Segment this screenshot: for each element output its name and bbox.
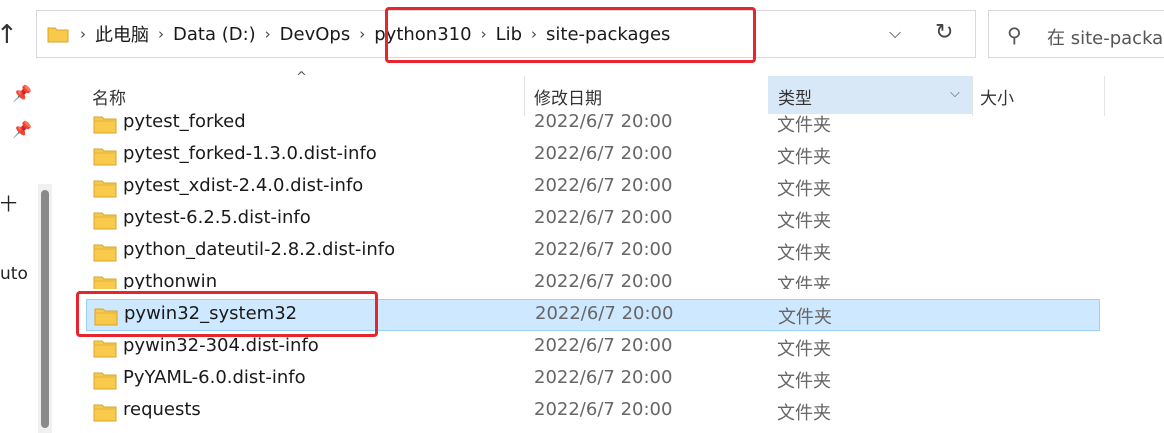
refresh-icon[interactable]: ↻ — [935, 20, 953, 45]
file-row[interactable]: pywin32-304.dist-info 2022/6/7 20:00 文件夹 — [60, 331, 1164, 363]
file-name: pythonwin — [123, 271, 218, 289]
file-type: 文件夹 — [777, 243, 831, 264]
file-date: 2022/6/7 20:00 — [534, 175, 673, 196]
file-name: pywin32_system32 — [124, 303, 298, 324]
file-name: pytest_forked — [123, 111, 246, 132]
folder-icon — [94, 306, 118, 330]
breadcrumb-separator[interactable]: › — [481, 25, 487, 43]
breadcrumb-lib[interactable]: Lib — [496, 24, 522, 45]
folder-icon — [93, 274, 117, 289]
breadcrumb-python310[interactable]: python310 — [374, 24, 471, 45]
file-name: PyYAML-6.0.dist-info — [123, 367, 306, 388]
up-arrow-icon[interactable]: ↑ — [0, 20, 18, 50]
file-date: 2022/6/7 20:00 — [534, 271, 673, 289]
column-header-name-label: 名称 — [92, 89, 126, 109]
file-name: pytest_forked-1.3.0.dist-info — [123, 143, 377, 164]
navigation-pane: 📌 📌 十 uto — [0, 74, 60, 433]
file-type: 文件夹 — [777, 179, 831, 200]
breadcrumb-site-packages[interactable]: site-packages — [546, 24, 670, 45]
file-type: 文件夹 — [777, 211, 831, 232]
file-date: 2022/6/7 20:00 — [534, 111, 673, 132]
file-type: 文件夹 — [777, 371, 831, 392]
breadcrumb-separator[interactable]: › — [265, 25, 271, 43]
file-type: 文件夹 — [777, 403, 831, 424]
file-name: pytest_xdist-2.4.0.dist-info — [123, 175, 364, 196]
column-header-type-label: 类型 — [778, 89, 812, 109]
folder-icon — [93, 242, 117, 266]
file-date: 2022/6/7 20:00 — [534, 399, 673, 420]
file-row[interactable]: pythonwin 2022/6/7 20:00 文件夹 — [60, 267, 1164, 289]
file-type: 文件夹 — [777, 339, 831, 360]
file-date: 2022/6/7 20:00 — [535, 303, 674, 324]
breadcrumb-this-pc[interactable]: 此电脑 — [95, 21, 149, 47]
pin-icon[interactable]: 📌 — [12, 84, 32, 103]
file-row[interactable]: pytest_forked 2022/6/7 20:00 文件夹 — [60, 107, 1164, 139]
file-type: 文件夹 — [777, 115, 831, 136]
file-date: 2022/6/7 20:00 — [534, 335, 673, 356]
search-icon: ⚲ — [1007, 23, 1022, 47]
file-row[interactable]: python_dateutil-2.8.2.dist-info 2022/6/7 … — [60, 235, 1164, 267]
breadcrumb-separator[interactable]: › — [80, 25, 86, 43]
pin-icon[interactable]: 📌 — [12, 120, 32, 139]
folder-icon — [93, 114, 117, 138]
file-row[interactable]: PyYAML-6.0.dist-info 2022/6/7 20:00 文件夹 — [60, 363, 1164, 395]
scrollbar-thumb[interactable] — [41, 190, 49, 428]
folder-icon — [93, 146, 117, 170]
file-name: requests — [123, 399, 201, 420]
file-type: 文件夹 — [778, 307, 832, 328]
file-name: pywin32-304.dist-info — [123, 335, 319, 356]
address-toolbar: ↑ › 此电脑 › Data (D:) › DevOps › python310… — [0, 0, 1164, 74]
file-list: pytest_forked 2022/6/7 20:00 文件夹 pytest_for… — [60, 107, 1164, 427]
folder-icon — [93, 178, 117, 202]
column-header-date-label: 修改日期 — [534, 89, 602, 109]
file-name: python_dateutil-2.8.2.dist-info — [123, 239, 396, 260]
file-date: 2022/6/7 20:00 — [534, 143, 673, 164]
breadcrumb-separator[interactable]: › — [359, 25, 365, 43]
chevron-down-icon[interactable]: ⌵ — [889, 23, 901, 43]
search-placeholder: 在 site-packag — [1047, 28, 1164, 49]
file-date: 2022/6/7 20:00 — [534, 239, 673, 260]
column-header-size-label: 大小 — [980, 89, 1014, 109]
file-date: 2022/6/7 20:00 — [534, 367, 673, 388]
file-row-selected[interactable]: pywin32_system32 2022/6/7 20:00 文件夹 — [86, 299, 1100, 331]
file-type: 文件夹 — [777, 147, 831, 168]
folder-icon — [93, 210, 117, 234]
folder-icon — [47, 27, 69, 43]
file-row[interactable]: pytest_forked-1.3.0.dist-info 2022/6/7 20… — [60, 139, 1164, 171]
nav-item-label[interactable]: 十 — [0, 190, 17, 215]
file-type: 文件夹 — [777, 275, 831, 289]
nav-item-label[interactable]: uto — [0, 264, 28, 284]
breadcrumb-devops[interactable]: DevOps — [280, 24, 351, 45]
search-box[interactable]: ⚲ 在 site-packag — [988, 10, 1164, 58]
file-row[interactable]: pytest_xdist-2.4.0.dist-info 2022/6/7 20:… — [60, 171, 1164, 203]
chevron-down-icon[interactable]: ⌵ — [950, 86, 960, 101]
address-bar[interactable]: › 此电脑 › Data (D:) › DevOps › python310 ›… — [36, 10, 976, 58]
folder-icon — [93, 402, 117, 426]
folder-icon — [93, 338, 117, 362]
file-row[interactable]: requests 2022/6/7 20:00 文件夹 — [60, 395, 1164, 427]
file-name: pytest-6.2.5.dist-info — [123, 207, 311, 228]
sort-ascending-icon: ^ — [296, 70, 307, 85]
breadcrumb-data-drive[interactable]: Data (D:) — [173, 24, 256, 45]
breadcrumb-separator[interactable]: › — [158, 25, 164, 43]
file-date: 2022/6/7 20:00 — [534, 207, 673, 228]
breadcrumb-separator[interactable]: › — [531, 25, 537, 43]
folder-icon — [93, 370, 117, 394]
file-row[interactable]: pytest-6.2.5.dist-info 2022/6/7 20:00 文件夹 — [60, 203, 1164, 235]
breadcrumb: › 此电脑 › Data (D:) › DevOps › python310 ›… — [71, 11, 670, 57]
